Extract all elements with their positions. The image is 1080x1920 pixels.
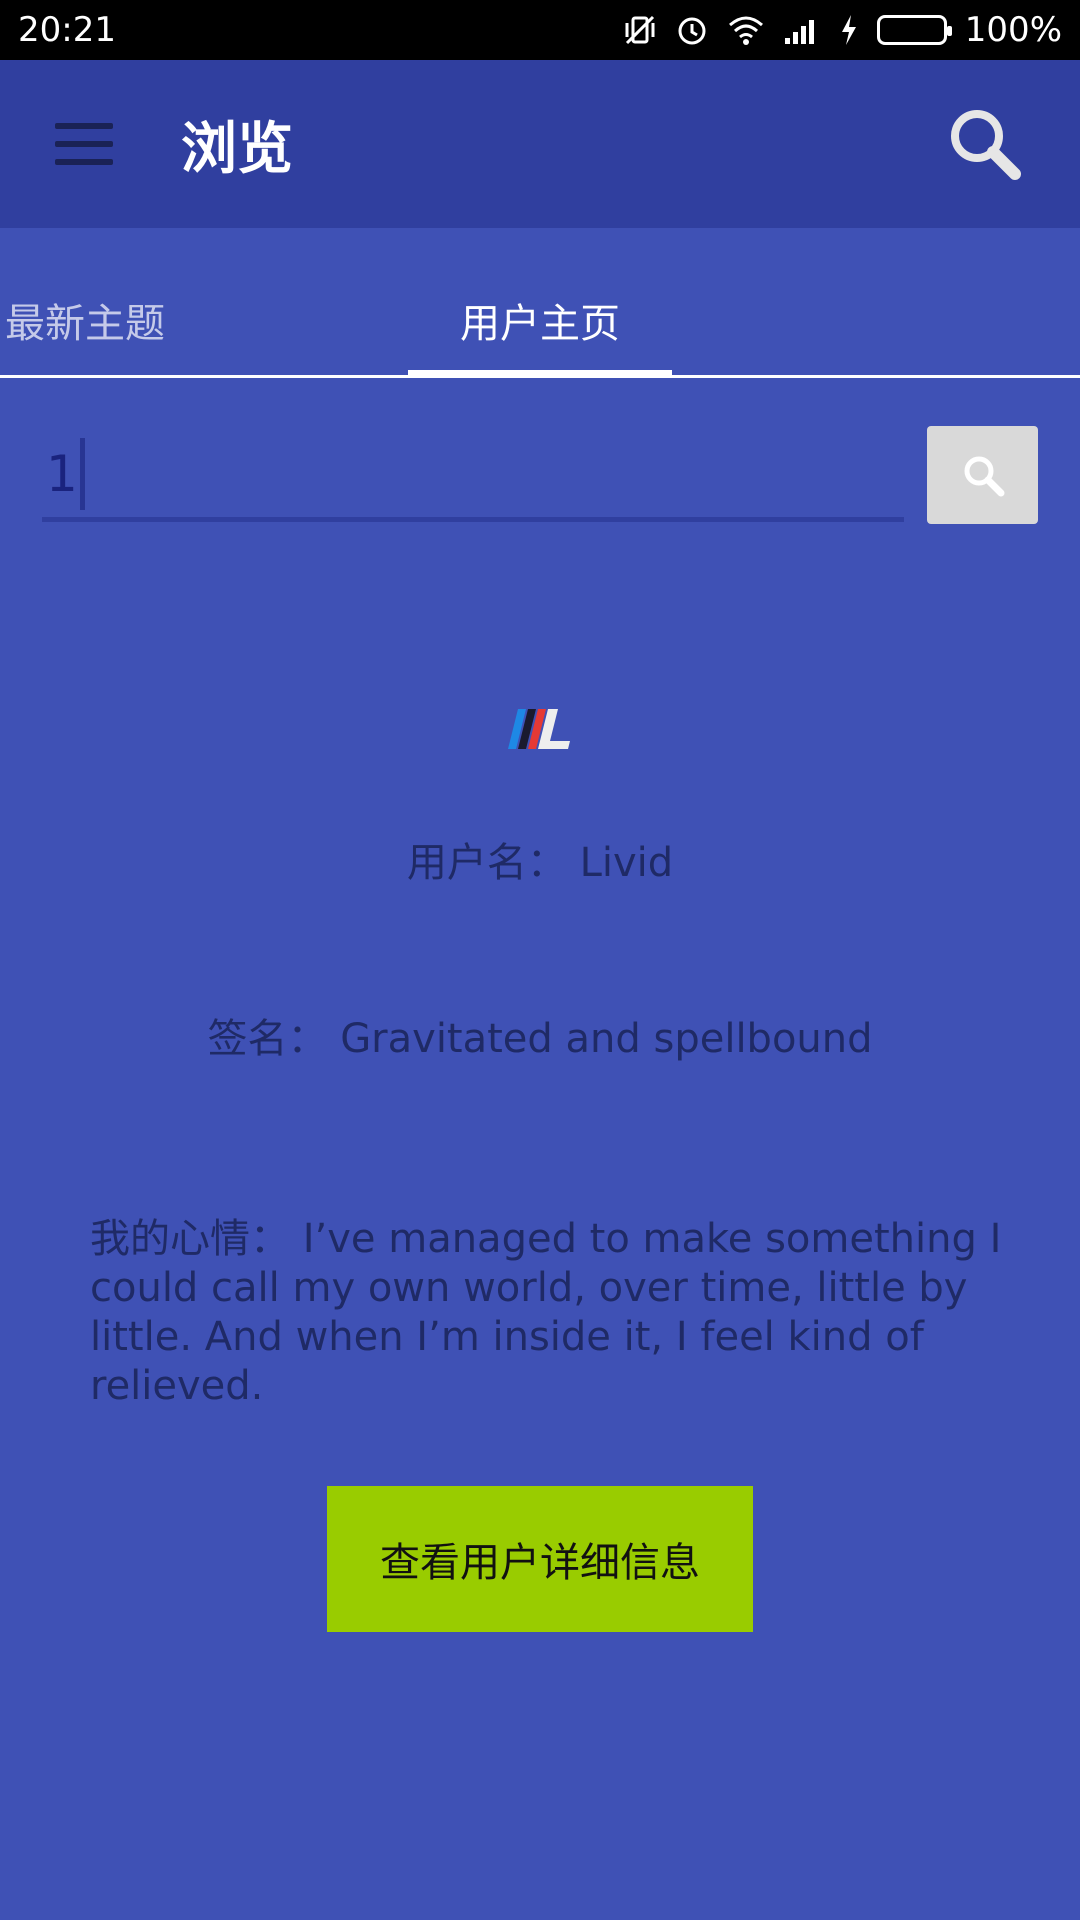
search-icon[interactable] <box>945 104 1025 184</box>
wifi-icon <box>727 14 765 46</box>
mood-label: 我的心情： <box>90 1216 290 1262</box>
app-bar: 浏览 <box>0 60 1080 228</box>
tab-user-home-label: 用户主页 <box>460 301 620 347</box>
username-label: 用户名： <box>406 840 567 886</box>
search-input-value: 1 <box>46 444 78 503</box>
tab-bar: 最新主题 用户主页 <box>0 228 1080 378</box>
tab-latest-topics-label: 最新主题 <box>5 301 165 347</box>
vibrate-off-icon <box>623 13 657 47</box>
text-cursor <box>79 437 85 510</box>
search-icon <box>964 456 1004 497</box>
battery-percent: 100% <box>964 10 1062 50</box>
status-bar: 20:21 100% <box>0 0 1080 60</box>
search-button[interactable] <box>927 426 1038 524</box>
tab-user-home[interactable]: 用户主页 <box>408 265 672 378</box>
signature-value: Gravitated and spellbound <box>340 1016 873 1062</box>
signature-label: 签名： <box>207 1016 328 1062</box>
view-user-details-label: 查看用户详细信息 <box>380 1540 700 1586</box>
hamburger-menu-icon[interactable] <box>55 123 113 165</box>
tab-latest-topics[interactable]: 最新主题 <box>0 265 210 375</box>
charging-icon <box>839 13 859 47</box>
signature-line: 签名： Gravitated and spellbound <box>0 1006 1080 1064</box>
user-avatar <box>508 705 572 753</box>
tab-indicator <box>408 370 672 378</box>
alarm-icon <box>675 13 709 47</box>
mood-text: 我的心情： I’ve managed to make something I c… <box>90 1215 1010 1411</box>
battery-icon <box>876 15 952 45</box>
status-time: 20:21 <box>18 10 116 50</box>
username-value: Livid <box>579 840 674 886</box>
status-icons: 100% <box>623 10 1062 50</box>
username-line: 用户名： Livid <box>0 830 1080 888</box>
view-user-details-button[interactable]: 查看用户详细信息 <box>327 1486 753 1632</box>
username-search-input[interactable]: 1 <box>42 430 904 522</box>
signal-icon <box>783 14 821 46</box>
page-title: 浏览 <box>181 116 293 182</box>
